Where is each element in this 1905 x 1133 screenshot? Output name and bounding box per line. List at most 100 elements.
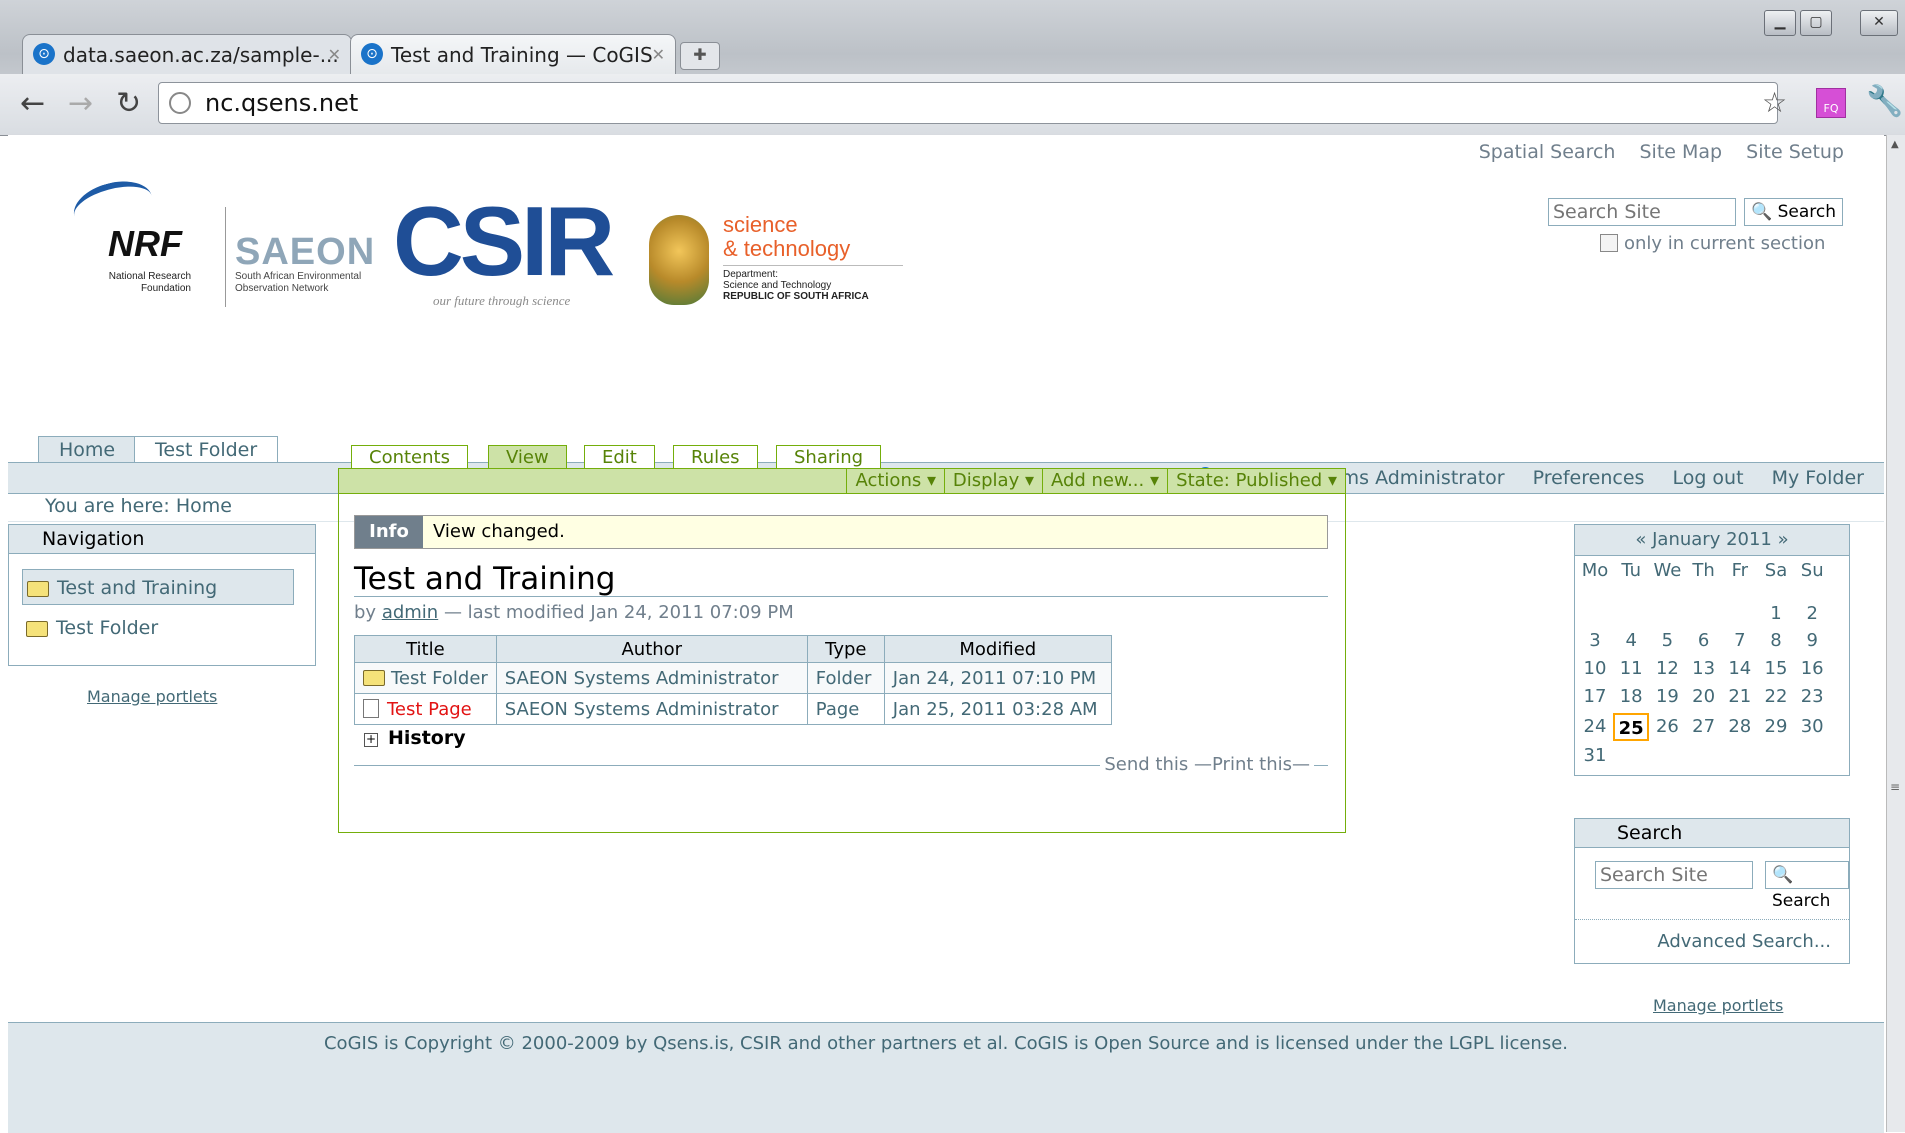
close-window-icon[interactable]: ✕ <box>1860 10 1898 36</box>
dst-department: Department: Science and Technology REPUB… <box>723 269 869 302</box>
calendar-day[interactable]: 22 <box>1758 683 1794 711</box>
calendar-day[interactable]: 24 <box>1577 713 1613 741</box>
forward-icon[interactable]: → <box>68 86 93 122</box>
table-row[interactable]: Test Page SAEON Systems Administrator Pa… <box>354 693 1112 725</box>
close-tab-icon[interactable]: ✕ <box>652 35 665 74</box>
calendar-day[interactable]: 14 <box>1722 655 1758 683</box>
calendar-day[interactable]: 26 <box>1649 713 1685 741</box>
calendar-day[interactable]: 12 <box>1649 655 1685 683</box>
calendar-day[interactable]: 8 <box>1758 627 1794 655</box>
calendar-day[interactable]: 3 <box>1577 627 1613 655</box>
col-modified[interactable]: Modified <box>883 635 1112 663</box>
manage-portlets-left[interactable]: Manage portlets <box>87 687 217 706</box>
tab-contents[interactable]: Contents <box>351 445 468 470</box>
send-this-link[interactable]: Send this <box>1104 754 1188 775</box>
calendar-day[interactable]: 29 <box>1758 713 1794 741</box>
nav-item-test-and-training[interactable]: Test and Training <box>22 569 294 605</box>
calendar-day[interactable]: 28 <box>1722 713 1758 741</box>
calendar-day[interactable]: 23 <box>1794 683 1830 711</box>
scroll-grip-icon[interactable]: ≡ <box>1890 780 1900 794</box>
only-current-checkbox[interactable] <box>1600 234 1618 252</box>
state-menu[interactable]: State: Published ▾ <box>1167 469 1345 493</box>
tab-edit[interactable]: Edit <box>584 445 655 470</box>
calendar-day[interactable]: 16 <box>1794 655 1830 683</box>
add-new-menu[interactable]: Add new... ▾ <box>1041 469 1167 493</box>
header-logos[interactable]: NRF National Research Foundation SAEON S… <box>63 145 913 465</box>
calendar-day[interactable]: 11 <box>1613 655 1649 683</box>
col-type[interactable]: Type <box>806 635 885 663</box>
col-author[interactable]: Author <box>495 635 808 663</box>
calendar-today[interactable]: 25 <box>1613 713 1650 741</box>
calendar-day[interactable]: 1 <box>1758 600 1794 628</box>
magnifier-icon: 🔍 <box>1751 202 1773 222</box>
scroll-up-icon[interactable]: ▲ <box>1891 139 1899 150</box>
page-icon <box>363 698 379 718</box>
portlet-search-input[interactable] <box>1595 861 1753 889</box>
top-search-input[interactable] <box>1548 198 1736 226</box>
wrench-menu-icon[interactable]: 🔧 <box>1866 84 1903 119</box>
browser-tab-active[interactable]: ⊙ Test and Training — CoGIS ✕ <box>350 34 676 74</box>
new-tab-button[interactable]: ✚ <box>680 42 720 70</box>
portal-tab-test-folder[interactable]: Test Folder <box>134 436 279 463</box>
advanced-search-link[interactable]: Advanced Search... <box>1657 931 1831 952</box>
portal-tab-home[interactable]: Home <box>38 436 137 463</box>
calendar-day[interactable]: 18 <box>1613 683 1649 711</box>
vertical-scrollbar[interactable]: ▲ ≡ <box>1886 135 1905 1132</box>
table-row[interactable]: Test Folder SAEON Systems Administrator … <box>354 662 1112 694</box>
site-action-spatial-search[interactable]: Spatial Search <box>1479 141 1616 163</box>
portlet-search-button[interactable]: 🔍 Search <box>1765 861 1849 911</box>
calendar-day[interactable]: 6 <box>1686 627 1722 655</box>
breadcrumb-home[interactable]: Home <box>176 495 232 517</box>
site-actions: Spatial Search Site Map Site Setup <box>1461 141 1844 163</box>
row-title[interactable]: Test Folder <box>354 662 497 694</box>
minimize-icon[interactable]: ▁ <box>1764 10 1796 36</box>
close-tab-icon[interactable]: ✕ <box>328 35 341 74</box>
calendar-day[interactable]: 15 <box>1758 655 1794 683</box>
calendar-day[interactable]: 5 <box>1649 627 1685 655</box>
actions-menu[interactable]: Actions ▾ <box>846 469 944 493</box>
calendar-day[interactable]: 30 <box>1794 713 1830 741</box>
preferences-link[interactable]: Preferences <box>1533 467 1645 489</box>
calendar-day[interactable]: 20 <box>1686 683 1722 711</box>
top-search-button[interactable]: 🔍 Search <box>1744 198 1843 226</box>
calendar-day[interactable]: 27 <box>1686 713 1722 741</box>
display-menu[interactable]: Display ▾ <box>943 469 1042 493</box>
address-bar[interactable] <box>158 82 1778 124</box>
nav-item-test-folder[interactable]: Test Folder <box>22 610 294 646</box>
calendar-day[interactable]: 7 <box>1722 627 1758 655</box>
extension-icon[interactable]: FQ <box>1816 88 1846 118</box>
site-action-site-map[interactable]: Site Map <box>1640 141 1723 163</box>
logout-link[interactable]: Log out <box>1672 467 1743 489</box>
calendar-day[interactable]: 31 <box>1577 742 1613 770</box>
site-info-icon[interactable] <box>169 92 191 114</box>
calendar-day[interactable]: 2 <box>1794 600 1830 628</box>
search-portlet: Search 🔍 Search Advanced Search... <box>1574 818 1850 964</box>
calendar-day[interactable]: 17 <box>1577 683 1613 711</box>
browser-tab[interactable]: ⊙ data.saeon.ac.za/sample-... ✕ <box>22 34 352 74</box>
history-toggle[interactable]: + History <box>364 727 466 749</box>
col-title[interactable]: Title <box>354 635 497 663</box>
maximize-icon[interactable]: ▢ <box>1800 10 1832 36</box>
calendar-day[interactable]: 21 <box>1722 683 1758 711</box>
my-folder-link[interactable]: My Folder <box>1772 467 1864 489</box>
back-icon[interactable]: ← <box>20 86 45 122</box>
calendar-day[interactable]: 9 <box>1794 627 1830 655</box>
calendar-day[interactable]: 13 <box>1686 655 1722 683</box>
prev-month-icon[interactable]: « <box>1635 529 1646 550</box>
site-action-site-setup[interactable]: Site Setup <box>1746 141 1844 163</box>
tab-sharing[interactable]: Sharing <box>776 445 882 470</box>
manage-portlets-right[interactable]: Manage portlets <box>1653 996 1783 1015</box>
calendar-day[interactable]: 19 <box>1649 683 1685 711</box>
calendar-day[interactable]: 4 <box>1613 627 1649 655</box>
tab-rules[interactable]: Rules <box>673 445 758 470</box>
url-input[interactable] <box>203 87 1607 119</box>
print-this-link[interactable]: Print this <box>1212 754 1292 775</box>
only-current-section[interactable]: only in current section <box>1600 233 1825 254</box>
bookmark-star-icon[interactable]: ☆ <box>1762 86 1787 119</box>
reload-icon[interactable]: ↻ <box>116 86 141 122</box>
tab-title: Test and Training — CoGIS <box>391 43 653 67</box>
next-month-icon[interactable]: » <box>1778 529 1789 550</box>
author-link[interactable]: admin <box>382 602 438 623</box>
calendar-day[interactable]: 10 <box>1577 655 1613 683</box>
row-title[interactable]: Test Page <box>354 693 497 725</box>
